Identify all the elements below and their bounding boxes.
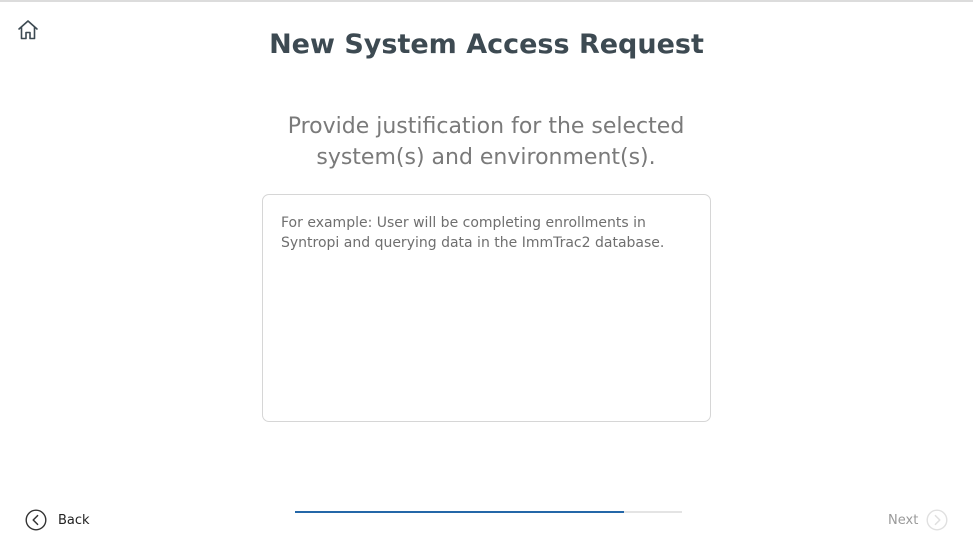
top-divider	[0, 0, 973, 2]
justification-prompt: Provide justification for the selected s…	[236, 111, 736, 173]
prompt-line-1: Provide justification for the selected	[287, 114, 685, 139]
next-button[interactable]: Next	[888, 509, 948, 531]
justification-textarea[interactable]	[262, 194, 711, 422]
chevron-right-circle-icon	[926, 509, 948, 531]
next-label: Next	[888, 512, 919, 528]
progress-fill	[295, 511, 624, 513]
page-title: New System Access Request	[269, 29, 704, 60]
back-button[interactable]: Back	[25, 509, 90, 531]
progress-bar	[295, 511, 682, 513]
back-label: Back	[58, 512, 90, 528]
chevron-left-circle-icon	[25, 509, 47, 531]
prompt-line-2: system(s) and environment(s).	[316, 145, 656, 170]
